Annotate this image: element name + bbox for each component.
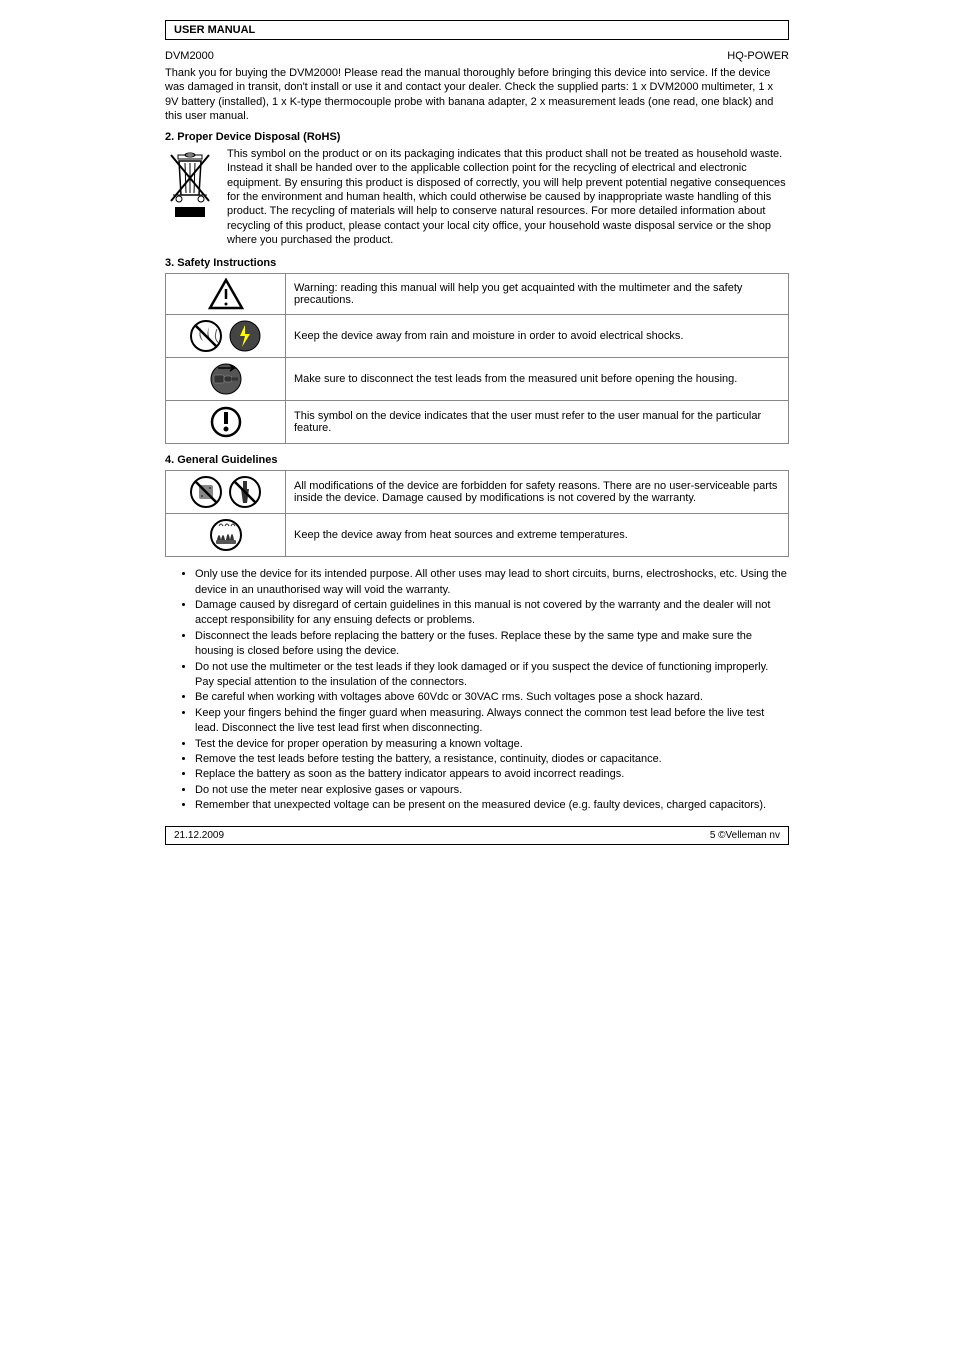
safety-symbol-table: Warning: reading this manual will help y… bbox=[165, 273, 789, 444]
weee-block: This symbol on the product or on its pac… bbox=[165, 147, 789, 247]
list-item: Replace the battery as soon as the batte… bbox=[195, 767, 789, 782]
list-item: Remove the test leads before testing the… bbox=[195, 752, 789, 767]
table-row: Keep the device away from rain and moist… bbox=[166, 315, 789, 358]
guidelines-bullets: Only use the device for its intended pur… bbox=[165, 567, 789, 813]
footer-date: 21.12.2009 bbox=[174, 830, 224, 841]
table-row: All modifications of the device are forb… bbox=[166, 471, 789, 514]
page-header: USER MANUAL bbox=[165, 20, 789, 40]
product-code-left: DVM2000 bbox=[165, 50, 214, 62]
no-disassemble-icon bbox=[166, 471, 286, 514]
unplug-icon bbox=[166, 358, 286, 401]
weee-text: This symbol on the product or on its pac… bbox=[227, 147, 789, 247]
guidelines-text-2: Keep the device away from heat sources a… bbox=[286, 514, 789, 557]
list-item: Damage caused by disregard of certain gu… bbox=[195, 598, 789, 629]
list-item: Keep your fingers behind the finger guar… bbox=[195, 706, 789, 737]
header-title: USER MANUAL bbox=[174, 24, 255, 36]
list-item: Do not use the meter near explosive gase… bbox=[195, 783, 789, 798]
product-code-row: DVM2000 HQ-POWER bbox=[165, 50, 789, 62]
section-heading-disposal: 2. Proper Device Disposal (RoHS) bbox=[165, 131, 789, 143]
hot-surface-icon bbox=[166, 514, 286, 557]
no-water-shock-icon bbox=[166, 315, 286, 358]
product-code-right: HQ-POWER bbox=[727, 50, 789, 62]
list-item: Be careful when working with voltages ab… bbox=[195, 690, 789, 705]
intro-paragraph: Thank you for buying the DVM2000! Please… bbox=[165, 66, 789, 123]
list-item: Remember that unexpected voltage can be … bbox=[195, 798, 789, 813]
safety-text-1: Warning: reading this manual will help y… bbox=[286, 274, 789, 315]
table-row: Keep the device away from heat sources a… bbox=[166, 514, 789, 557]
list-item: Test the device for proper operation by … bbox=[195, 737, 789, 752]
page-footer: 21.12.2009 5 ©Velleman nv bbox=[165, 826, 789, 845]
section-heading-safety: 3. Safety Instructions bbox=[165, 257, 789, 269]
list-item: Only use the device for its intended pur… bbox=[195, 567, 789, 598]
section-heading-guidelines: 4. General Guidelines bbox=[165, 454, 789, 466]
caution-circle-icon bbox=[166, 401, 286, 444]
weee-bin-icon bbox=[165, 147, 215, 225]
table-row: Make sure to disconnect the test leads f… bbox=[166, 358, 789, 401]
footer-copyright: 5 ©Velleman nv bbox=[710, 830, 780, 841]
list-item: Disconnect the leads before replacing th… bbox=[195, 629, 789, 660]
table-row: This symbol on the device indicates that… bbox=[166, 401, 789, 444]
safety-text-3: Make sure to disconnect the test leads f… bbox=[286, 358, 789, 401]
list-item: Do not use the multimeter or the test le… bbox=[195, 660, 789, 691]
guidelines-text-1: All modifications of the device are forb… bbox=[286, 471, 789, 514]
safety-text-4: This symbol on the device indicates that… bbox=[286, 401, 789, 444]
warning-triangle-icon bbox=[166, 274, 286, 315]
guidelines-symbol-table: All modifications of the device are forb… bbox=[165, 470, 789, 557]
safety-text-2: Keep the device away from rain and moist… bbox=[286, 315, 789, 358]
table-row: Warning: reading this manual will help y… bbox=[166, 274, 789, 315]
